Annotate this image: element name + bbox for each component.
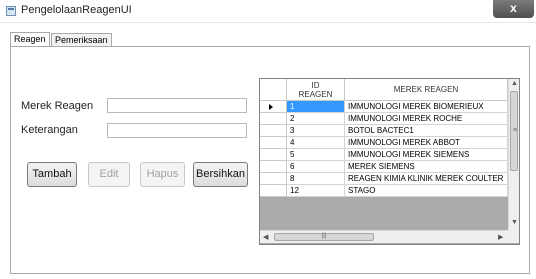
keterangan-label: Keterangan	[21, 124, 78, 136]
cell-merek-reagen[interactable]: IMMUNOLOGI MEREK SIEMENS	[345, 149, 508, 161]
scroll-up-icon[interactable]: ▲	[511, 80, 518, 87]
tab-pemeriksaan[interactable]: Pemeriksaan	[51, 33, 112, 47]
close-icon: x	[510, 1, 517, 15]
bersihkan-button[interactable]: Bersihkan	[193, 162, 248, 187]
close-button[interactable]: x	[493, 0, 534, 18]
edit-button[interactable]: Edit	[88, 162, 130, 187]
row-header[interactable]	[260, 125, 287, 137]
cell-merek-reagen[interactable]: MEREK SIEMENS	[345, 161, 508, 173]
merek-reagen-input[interactable]	[107, 98, 247, 113]
cell-id-reagen[interactable]: 1	[287, 101, 345, 113]
tambah-button[interactable]: Tambah	[27, 162, 77, 187]
column-header-merek-reagen[interactable]: MEREK REAGEN	[345, 79, 508, 101]
scroll-down-icon[interactable]: ▼	[511, 219, 518, 226]
hapus-button[interactable]: Hapus	[140, 162, 185, 187]
row-header[interactable]	[260, 161, 287, 173]
scroll-grip-icon: ≡	[513, 127, 518, 134]
vertical-scrollbar[interactable]: ▲ ≡ ▼	[508, 79, 519, 230]
row-header[interactable]	[260, 185, 287, 197]
cell-id-reagen[interactable]: 4	[287, 137, 345, 149]
cell-merek-reagen[interactable]: REAGEN KIMIA KLINIK MEREK COULTER	[345, 173, 508, 185]
scroll-left-icon[interactable]: ◀	[263, 233, 268, 241]
keterangan-input[interactable]	[107, 123, 247, 138]
vertical-scroll-thumb[interactable]: ≡	[510, 91, 518, 171]
reagen-data-grid[interactable]: ID REAGEN MEREK REAGEN 1 IMMUNOLOGI MEREK…	[259, 78, 520, 245]
app-icon	[6, 6, 16, 16]
row-header[interactable]	[260, 149, 287, 161]
row-header[interactable]	[260, 137, 287, 149]
cell-id-reagen[interactable]: 12	[287, 185, 345, 197]
cell-id-reagen[interactable]: 5	[287, 149, 345, 161]
horizontal-scrollbar[interactable]: ◀ ||| ▶	[260, 230, 508, 243]
cell-merek-reagen[interactable]: STAGO	[345, 185, 508, 197]
cell-merek-reagen[interactable]: IMMUNOLOGI MEREK ABBOT	[345, 137, 508, 149]
cell-merek-reagen[interactable]: IMMUNOLOGI MEREK ROCHE	[345, 113, 508, 125]
cell-merek-reagen[interactable]: BOTOL BACTEC1	[345, 125, 508, 137]
row-header[interactable]	[260, 173, 287, 185]
scroll-right-icon[interactable]: ▶	[498, 233, 503, 241]
cell-id-reagen[interactable]: 6	[287, 161, 345, 173]
cell-merek-reagen[interactable]: IMMUNOLOGI MEREK BIOMERIEUX	[345, 101, 508, 113]
column-header-id-reagen[interactable]: ID REAGEN	[287, 79, 345, 101]
horizontal-scroll-thumb[interactable]: |||	[274, 233, 374, 241]
row-header[interactable]	[260, 113, 287, 125]
merek-reagen-label: Merek Reagen	[21, 100, 94, 112]
scrollbar-corner	[508, 230, 519, 243]
row-header[interactable]	[260, 101, 287, 113]
cell-id-reagen[interactable]: 8	[287, 173, 345, 185]
cell-id-reagen[interactable]: 2	[287, 113, 345, 125]
window-title: PengelolaanReagenUI	[21, 4, 132, 16]
grid-corner-header	[260, 79, 287, 101]
row-selector-arrow-icon	[269, 104, 273, 110]
window-titlebar: PengelolaanReagenUI x	[0, 0, 536, 23]
cell-id-reagen[interactable]: 3	[287, 125, 345, 137]
